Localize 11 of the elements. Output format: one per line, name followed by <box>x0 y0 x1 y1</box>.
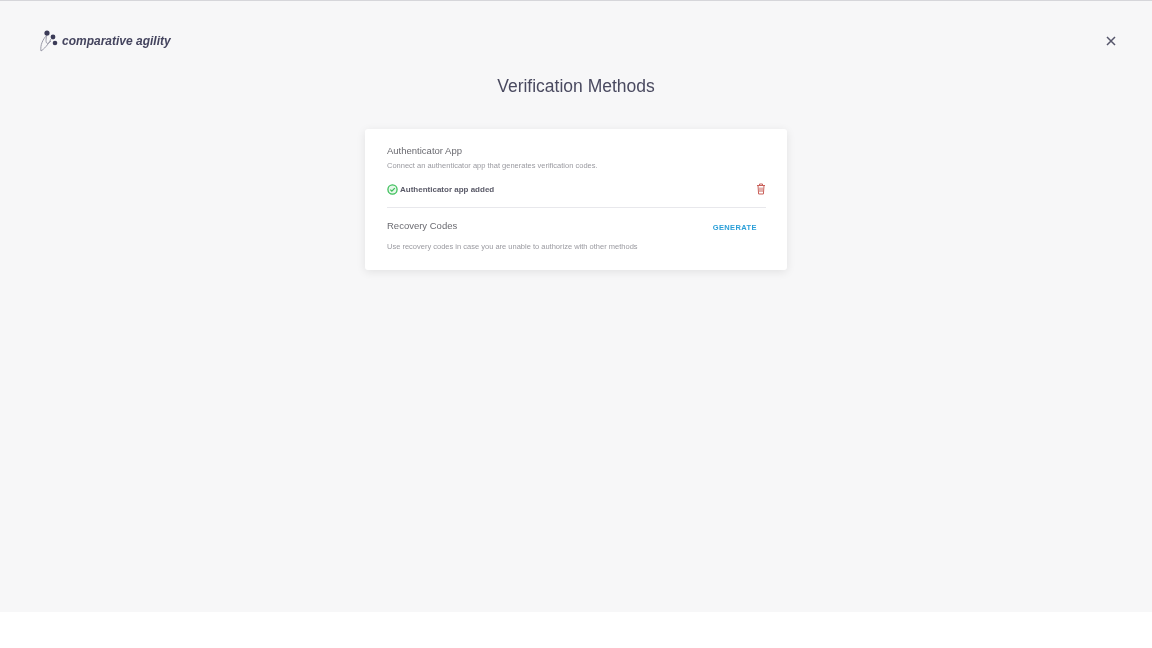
logo-icon <box>38 29 60 53</box>
method-title: Authenticator App <box>387 144 463 157</box>
trash-icon <box>756 183 766 195</box>
check-circle-icon <box>387 183 398 195</box>
delete-button[interactable] <box>756 183 766 195</box>
close-button[interactable] <box>1104 34 1118 48</box>
method-title: Recovery Codes <box>387 219 458 232</box>
page-title: Verification Methods <box>496 75 656 98</box>
logo-text: comparative agility <box>62 34 171 48</box>
status-text: Authenticator app added <box>400 184 496 194</box>
close-icon <box>1106 36 1116 46</box>
